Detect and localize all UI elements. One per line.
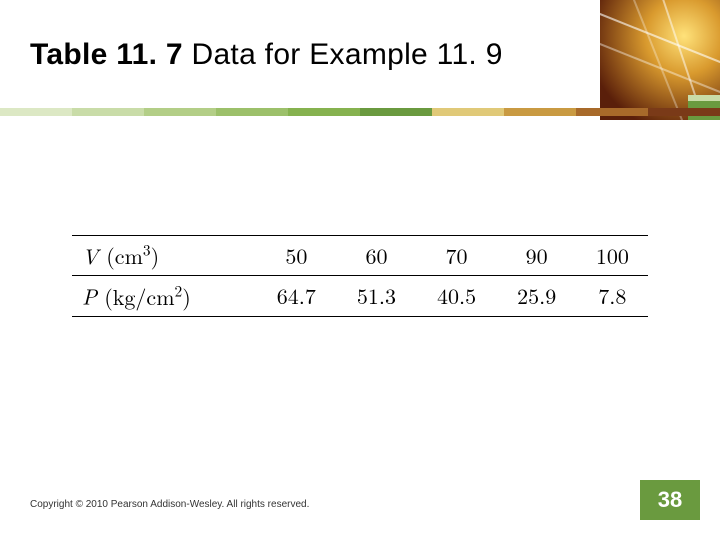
cell: 51.3 xyxy=(336,276,416,316)
cell: 60 xyxy=(336,236,416,276)
page-number-badge: 38 xyxy=(640,480,700,520)
table-row: V (cm3) 50 60 70 90 100 xyxy=(72,236,648,276)
corner-art xyxy=(600,0,720,120)
cell: 7.8 xyxy=(577,276,648,316)
table-row: P (kg/cm2) 64.7 51.3 40.5 25.9 7.8 xyxy=(72,276,648,316)
title-text: Data for Example 11. 9 xyxy=(183,38,503,71)
color-ribbon xyxy=(0,108,720,116)
cell: 90 xyxy=(497,236,577,276)
slide-title: Table 11. 7 Data for Example 11. 9 xyxy=(30,38,503,72)
cell: 100 xyxy=(577,236,648,276)
data-table: V (cm3) 50 60 70 90 100 P (kg/cm2) 64.7 … xyxy=(72,235,648,317)
cell: 64.7 xyxy=(256,276,336,316)
slide: Table 11. 7 Data for Example 11. 9 V (cm… xyxy=(0,0,720,540)
title-label: Table 11. 7 xyxy=(30,38,183,71)
cell: 40.5 xyxy=(417,276,497,316)
cell: 50 xyxy=(256,236,336,276)
cell: 70 xyxy=(417,236,497,276)
page-number: 38 xyxy=(658,487,682,513)
cell: 25.9 xyxy=(497,276,577,316)
copyright: Copyright © 2010 Pearson Addison-Wesley.… xyxy=(30,499,309,510)
